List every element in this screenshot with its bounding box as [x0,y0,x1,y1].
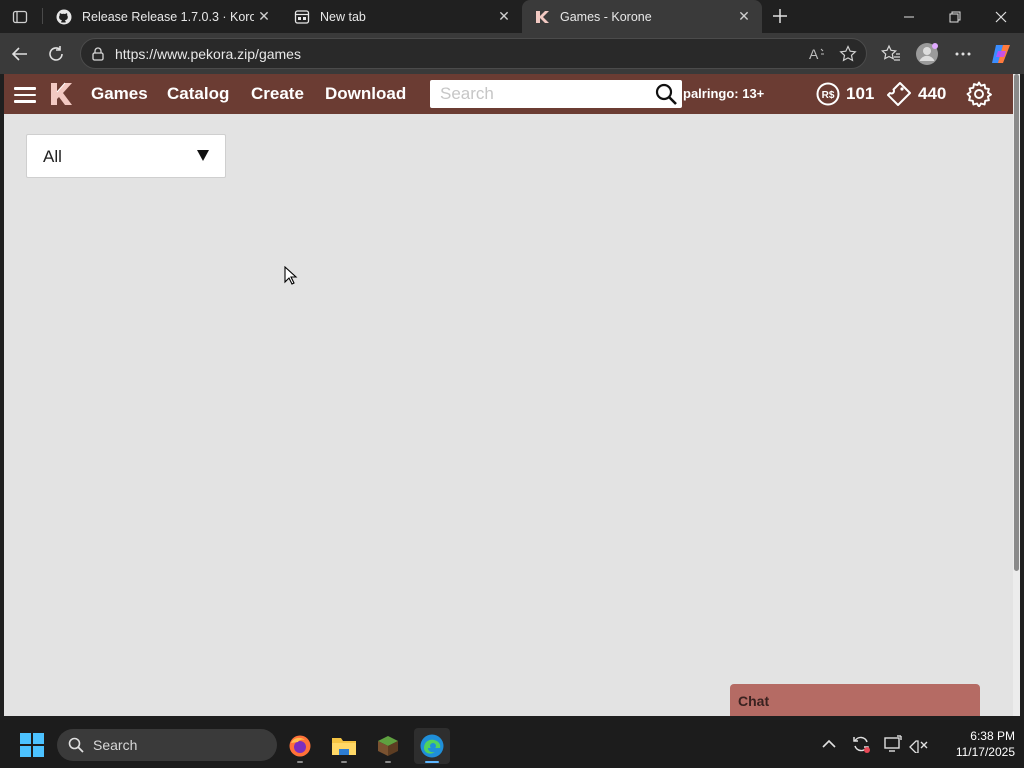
close-tab-icon[interactable]: ✕ [254,7,274,27]
menu-hamburger-icon[interactable] [14,84,36,104]
close-tab-icon[interactable]: ✕ [494,7,514,27]
settings-more-button[interactable] [950,41,976,67]
nav-create-link[interactable]: Create [251,84,304,104]
tab-title: New tab [320,9,366,24]
tickets-count: 440 [918,84,947,103]
plus-icon [773,9,787,23]
mouse-cursor-icon [284,266,298,285]
username-label[interactable]: palringo: 13+ [683,86,764,101]
nav-catalog-link[interactable]: Catalog [167,84,229,104]
page-scrollbar[interactable] [1013,74,1020,716]
new-tab-button[interactable] [768,4,792,28]
site-header: Games Catalog Create Download palringo: … [4,74,1013,114]
tray-network-muted-icon[interactable] [907,733,931,755]
more-horizontal-icon [955,52,971,56]
url-text[interactable]: https://www.pekora.zip/games [115,46,301,62]
restore-button[interactable] [932,0,978,33]
tray-overflow-chevron-up-icon[interactable] [817,733,841,755]
profile-button[interactable] [914,41,940,67]
refresh-icon [49,46,63,61]
minimize-button[interactable] [886,0,932,33]
read-aloud-icon[interactable]: A [808,44,828,64]
tab-actions-icon [12,10,28,24]
gear-icon[interactable] [966,81,992,107]
close-tab-icon[interactable]: ✕ [734,7,754,27]
ticket-icon [887,82,911,106]
browser-tab-strip: Release Release 1.7.0.3 · KoroneX/ ✕ New… [0,0,1024,33]
minecraft-block-icon [378,736,398,756]
close-window-button[interactable] [978,0,1024,33]
nav-download-link[interactable]: Download [325,84,406,104]
restore-icon [949,11,961,22]
taskbar-edge[interactable] [414,728,450,764]
taskbar-firefox[interactable] [282,728,318,764]
tab-title: Games - Korone [560,9,652,24]
lock-icon[interactable] [90,46,106,62]
tickets-balance[interactable]: 440 [886,80,946,108]
copilot-button[interactable] [988,41,1014,67]
korone-logo[interactable] [48,80,76,108]
clock-time: 6:38 PM [970,729,1015,743]
refresh-button[interactable] [43,41,69,67]
windows-taskbar: Search 6:38 PM 11/17/2025 [0,720,1024,768]
tab-actions-button[interactable] [8,6,32,28]
favorites-icon [881,44,900,61]
copilot-icon [992,45,1010,63]
nav-games-link[interactable]: Games [91,84,148,104]
filter-selected-value: All [43,147,62,166]
edge-icon [420,734,444,758]
chat-label: Chat [738,693,770,709]
taskbar-search-label: Search [93,737,138,753]
taskbar-clock[interactable]: 6:38 PM 11/17/2025 [935,728,1015,760]
site-search [430,80,682,108]
clock-date: 11/17/2025 [955,745,1015,759]
tab-title: Release Release 1.7.0.3 · KoroneX/ [82,9,254,24]
tab-new-tab[interactable]: New tab ✕ [282,0,522,33]
korone-icon [534,9,550,25]
chat-panel-toggle[interactable]: Chat [730,684,980,716]
close-icon [995,11,1007,22]
page-viewport: Games Catalog Create Download palringo: … [4,74,1020,716]
tab-separator [42,8,43,24]
minimize-icon [904,16,914,17]
newtab-icon [294,9,310,25]
games-filter-dropdown[interactable]: All [26,134,226,178]
back-button[interactable] [7,41,33,67]
tray-sync-icon[interactable] [849,733,873,755]
taskbar-minecraft[interactable] [370,728,406,764]
robux-balance[interactable]: R$ 101 [816,80,874,108]
github-icon [56,9,72,25]
robux-icon: R$ [816,82,840,106]
search-icon [68,737,84,753]
robux-count: 101 [846,84,875,103]
tab-github-release[interactable]: Release Release 1.7.0.3 · KoroneX/ ✕ [44,0,282,33]
firefox-icon [289,735,311,757]
avatar-icon [916,43,938,65]
browser-toolbar: https://www.pekora.zip/games A [0,33,1024,74]
svg-text:R$: R$ [822,90,835,101]
folder-icon [332,738,356,755]
scrollbar-thumb[interactable] [1014,74,1019,571]
address-bar[interactable]: https://www.pekora.zip/games A [80,38,867,69]
site-search-input[interactable] [440,82,640,106]
search-icon[interactable] [654,83,678,105]
favorite-star-icon[interactable] [838,44,858,64]
windows-start-icon[interactable] [20,733,44,757]
tray-display-icon[interactable] [881,733,905,755]
tab-games-korone[interactable]: Games - Korone ✕ [522,0,762,33]
taskbar-search-box[interactable]: Search [57,729,277,761]
svg-text:A: A [809,46,819,62]
triangle-down-icon [197,150,209,161]
favorites-button[interactable] [878,41,904,67]
taskbar-file-explorer[interactable] [326,728,362,764]
arrow-left-icon [11,47,27,61]
